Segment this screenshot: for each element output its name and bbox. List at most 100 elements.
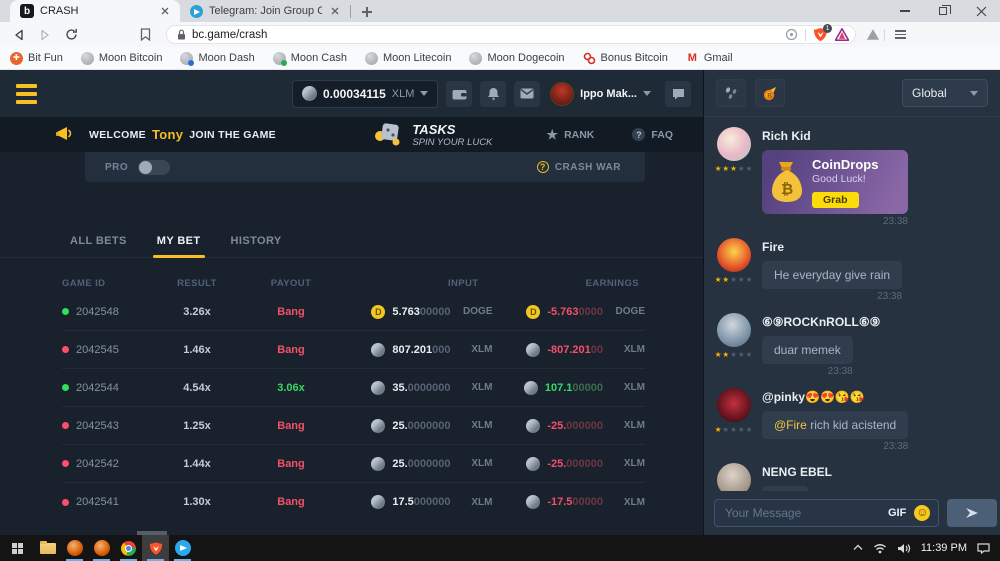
separator <box>805 29 806 41</box>
back-button[interactable] <box>8 25 30 45</box>
extension-icon[interactable] <box>866 28 880 41</box>
tab-telegram[interactable]: Telegram: Join Group Chat <box>180 0 350 22</box>
bookmark-button[interactable] <box>134 25 156 45</box>
minimize-button[interactable] <box>886 0 924 22</box>
tab-history[interactable]: HISTORY <box>231 235 282 247</box>
taskbar-telegram[interactable] <box>169 535 196 561</box>
table-row[interactable]: 2042543 1.25x Bang 25.0000000 XLM -25.00… <box>62 407 645 445</box>
payout-value: Bang <box>242 306 340 318</box>
message-time: 23:38 <box>762 291 902 302</box>
balance-selector[interactable]: 0.00034115 XLM <box>292 80 438 108</box>
notification-center-icon[interactable] <box>977 543 990 554</box>
faq-link[interactable]: ? FAQ <box>632 128 673 141</box>
message-input[interactable] <box>725 506 880 520</box>
avatar[interactable] <box>717 313 751 347</box>
rain-button[interactable] <box>716 79 746 107</box>
avatar[interactable] <box>717 463 751 491</box>
chat-username[interactable]: Rich Kid <box>762 129 988 143</box>
close-icon <box>976 6 987 17</box>
brave-rewards-icon[interactable] <box>835 28 849 41</box>
tray-expand-icon[interactable] <box>853 542 863 554</box>
chat-username[interactable]: ⑥⑨ROCKnROLL⑥⑨ <box>762 315 988 329</box>
taskbar-file-explorer[interactable] <box>34 535 61 561</box>
table-row[interactable]: 2042545 1.46x Bang 807.201000 XLM -807.2… <box>62 331 645 369</box>
bookmark-gmail[interactable]: MGmail <box>686 52 733 64</box>
bookmark-moon-litecoin[interactable]: Moon Litecoin <box>365 52 452 65</box>
bookmark-moon-bitcoin[interactable]: Moon Bitcoin <box>81 52 163 65</box>
gmail-icon: M <box>686 52 699 64</box>
wifi-icon[interactable] <box>873 543 887 554</box>
chat-input-box[interactable]: GIF ☺ <box>714 499 939 527</box>
game-panel-footer: PRO ? CRASH WAR <box>0 152 703 225</box>
chat-username[interactable]: NENG EBEL <box>762 465 988 479</box>
username[interactable]: Ippo Mak... <box>580 88 637 100</box>
menu-icon <box>895 30 906 39</box>
grab-button[interactable]: Grab <box>812 192 859 208</box>
wallet-button[interactable] <box>446 81 472 107</box>
reload-button[interactable] <box>60 25 82 45</box>
send-button[interactable] <box>947 499 997 527</box>
start-button[interactable] <box>0 535 34 561</box>
taskbar-chrome[interactable] <box>115 535 142 561</box>
mail-icon <box>520 88 534 99</box>
balance-currency: XLM <box>392 88 415 100</box>
taskbar-brave[interactable] <box>142 535 169 561</box>
payout-value: Bang <box>242 344 340 356</box>
site-menu-icon[interactable] <box>16 84 37 104</box>
status-dot <box>62 308 69 315</box>
lock-icon <box>177 29 186 40</box>
maximize-button[interactable] <box>924 0 962 22</box>
status-dot <box>62 499 69 506</box>
tasks-link[interactable]: TASKS SPIN YOUR LUCK <box>374 122 492 148</box>
tab-crash[interactable]: b CRASH <box>10 0 180 22</box>
coindrop-button[interactable]: B <box>755 79 785 107</box>
volume-icon[interactable] <box>897 543 911 554</box>
user-avatar[interactable] <box>550 82 574 106</box>
chat-bubble-icon <box>672 88 685 100</box>
new-tab-button[interactable] <box>355 3 379 21</box>
chat-username[interactable]: @pinky😍😍😘😘 <box>762 390 988 404</box>
taskbar-app-1[interactable] <box>61 535 88 561</box>
clock[interactable]: 11:39 PM <box>921 542 967 554</box>
forward-button[interactable] <box>34 25 56 45</box>
promo-banner: WELCOME Tony JOIN THE GAME TASKS SPIN YO… <box>0 117 703 152</box>
pro-toggle[interactable] <box>138 160 170 175</box>
avatar[interactable] <box>717 388 751 422</box>
chat-username[interactable]: Fire <box>762 240 988 254</box>
table-row[interactable]: 2042548 3.26x Bang D5.76300000 DOGE D-5.… <box>62 293 645 331</box>
taskbar-app-2[interactable] <box>88 535 115 561</box>
tab-all-bets[interactable]: ALL BETS <box>70 235 127 247</box>
bookmark-moon-cash[interactable]: Moon Cash <box>273 52 347 65</box>
bookmark-bitfun[interactable]: Bit Fun <box>10 52 63 65</box>
crash-war-link[interactable]: ? CRASH WAR <box>537 161 621 173</box>
rank-link[interactable]: ★ RANK <box>546 127 594 143</box>
close-button[interactable] <box>962 0 1000 22</box>
address-bar[interactable]: bc.game/crash 1 <box>166 25 856 44</box>
bookmark-moon-dogecoin[interactable]: Moon Dogecoin <box>469 52 564 65</box>
tab-close-icon[interactable] <box>158 4 172 18</box>
chat-messages: ★★★★★ Rich Kid ₿ CoinDrops Good Luck! Gr… <box>704 117 1000 491</box>
channel-select[interactable]: Global <box>902 79 988 107</box>
tab-my-bet[interactable]: MY BET <box>157 235 201 247</box>
bookmark-bonus-bitcoin[interactable]: Bonus Bitcoin <box>583 52 668 65</box>
messages-button[interactable] <box>514 81 540 107</box>
send-tab-icon[interactable] <box>785 28 798 41</box>
emoji-button[interactable]: ☺ <box>914 505 930 521</box>
status-dot <box>62 346 69 353</box>
user-rating: ★★★★★ <box>715 275 754 284</box>
earnings-unit: XLM <box>603 458 645 469</box>
chat-toggle-button[interactable] <box>665 81 691 107</box>
browser-menu-button[interactable] <box>889 25 911 45</box>
bookmark-moon-dash[interactable]: Moon Dash <box>180 52 254 65</box>
brave-shield-button[interactable]: 1 <box>813 27 828 42</box>
tab-close-icon[interactable] <box>328 4 342 18</box>
gif-button[interactable]: GIF <box>888 507 906 519</box>
table-row[interactable]: 2042544 4.54x 3.06x 35.0000000 XLM 107.1… <box>62 369 645 407</box>
table-row[interactable]: 2042541 1.30x Bang 17.5000000 XLM -17.50… <box>62 483 645 521</box>
notifications-button[interactable] <box>480 81 506 107</box>
mention[interactable]: @Fire <box>774 418 807 432</box>
avatar[interactable] <box>717 127 751 161</box>
earnings-amount: -25.000000 <box>493 457 604 471</box>
table-row[interactable]: 2042542 1.44x Bang 25.0000000 XLM -25.00… <box>62 445 645 483</box>
avatar[interactable] <box>717 238 751 272</box>
